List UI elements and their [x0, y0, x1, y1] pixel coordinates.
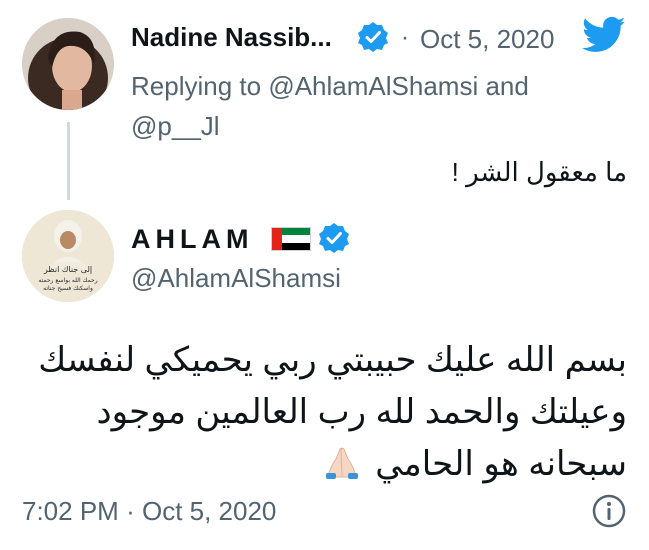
replying-and: and	[485, 71, 529, 101]
replying-to-line: Replying to @AhlamAlShamsi and @p__Jl	[131, 66, 611, 146]
main-author-name[interactable]: AHLAM	[131, 224, 253, 255]
tweet-text-line: وعيلتك والحمد لله رب العالمين موجود	[96, 393, 627, 431]
mention-link[interactable]: @p__Jl	[131, 111, 220, 141]
folded-hands-emoji	[324, 442, 360, 479]
reply-date[interactable]: Oct 5, 2020	[420, 24, 554, 55]
tweet-text-line-with-emoji: سبحانه هو الحامي	[27, 438, 627, 490]
main-author-avatar[interactable]: إلى جناك انظر رحمك الله بواسع رحمته واسك…	[22, 210, 114, 302]
uae-flag-icon	[271, 227, 311, 251]
reply-tweet-text: ما معقول الشر !	[451, 157, 627, 187]
avatar-caption: واسكنك فسيح جناته	[43, 285, 93, 292]
thread-connector-line	[67, 122, 70, 200]
verified-badge-icon	[318, 222, 350, 254]
reply-author-name[interactable]: Nadine Nassib...	[131, 22, 332, 53]
meta-separator: ·	[401, 24, 409, 51]
reply-author-avatar[interactable]	[22, 18, 114, 110]
main-author-handle[interactable]: @AhlamAlShamsi	[131, 263, 341, 294]
mention-link[interactable]: @AhlamAlShamsi	[268, 71, 478, 101]
verified-badge-icon	[357, 21, 389, 53]
replying-prefix: Replying to	[131, 71, 262, 101]
tweet-time: 7:02 PM	[22, 496, 119, 526]
avatar-caption: رحمك الله بواسع رحمته	[38, 277, 97, 284]
tweet-text-line: سبحانه هو الحامي	[375, 445, 627, 483]
meta-separator: ·	[126, 496, 135, 526]
tweet-date: Oct 5, 2020	[141, 496, 277, 526]
tweet-timestamp[interactable]: 7:02 PM · Oct 5, 2020	[22, 496, 276, 527]
info-icon[interactable]	[591, 493, 627, 529]
main-tweet-text: بسم الله عليك حبيبتي ربي يحميكي لنفسك وع…	[27, 334, 627, 490]
twitter-bird-icon[interactable]	[582, 16, 626, 54]
tweet-text-line: بسم الله عليك حبيبتي ربي يحميكي لنفسك	[38, 341, 627, 379]
avatar-caption: إلى جناك انظر	[43, 265, 92, 275]
